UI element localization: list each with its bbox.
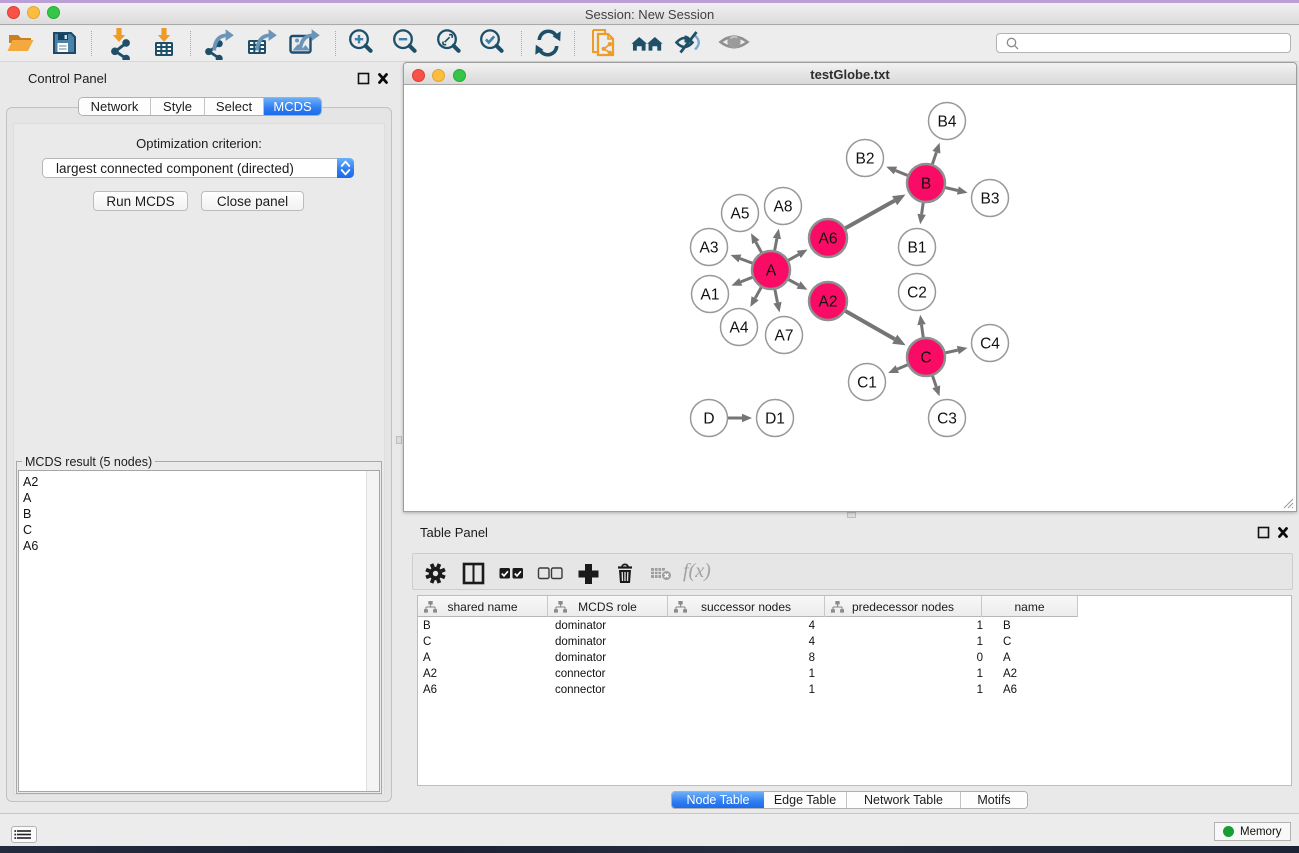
svg-text:D1: D1 [765,411,785,428]
svg-text:A4: A4 [730,320,749,337]
svg-text:D: D [703,411,714,428]
svg-text:A1: A1 [701,287,720,304]
svg-text:B4: B4 [938,114,957,131]
svg-text:A3: A3 [700,240,719,257]
svg-text:A8: A8 [774,199,793,216]
svg-text:A: A [766,263,777,280]
svg-text:B3: B3 [981,191,1000,208]
svg-text:A6: A6 [819,231,838,248]
svg-text:C1: C1 [857,375,877,392]
svg-text:B2: B2 [856,151,875,168]
svg-text:B1: B1 [908,240,927,257]
svg-text:C3: C3 [937,411,957,428]
svg-text:B: B [921,176,931,193]
svg-text:C: C [920,350,931,367]
svg-text:A7: A7 [775,328,794,345]
svg-text:A2: A2 [819,294,838,311]
svg-text:A5: A5 [731,206,750,223]
svg-text:C2: C2 [907,285,927,302]
svg-text:C4: C4 [980,336,1000,353]
